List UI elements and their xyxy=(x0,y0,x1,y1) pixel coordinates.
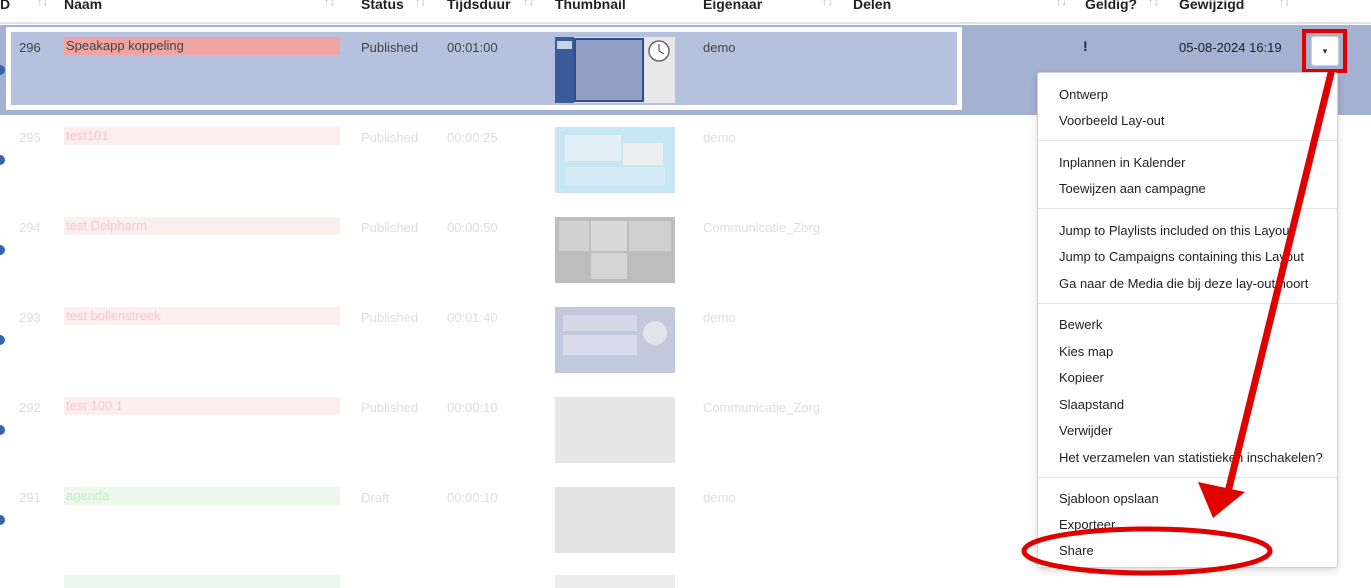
row-status: Draft xyxy=(361,490,390,505)
row-name[interactable]: test bollenstreek xyxy=(64,307,340,325)
layout-thumbnail[interactable] xyxy=(555,397,675,463)
layout-thumbnail[interactable] xyxy=(555,127,675,193)
menu-item-preview[interactable]: Voorbeeld Lay-out xyxy=(1059,113,1165,128)
menu-item-assign-campaign[interactable]: Toewijzen aan campagne xyxy=(1059,181,1206,196)
row-owner: demo xyxy=(703,490,736,505)
menu-item-export[interactable]: Exporteer xyxy=(1059,517,1115,532)
sort-icon[interactable]: ↑↓ xyxy=(523,0,534,8)
sort-icon[interactable]: ↑↓ xyxy=(324,0,335,8)
col-valid-header[interactable]: Geldig? xyxy=(1085,0,1137,12)
menu-item-design[interactable]: Ontwerp xyxy=(1059,87,1108,102)
row-duration: 00:01:40 xyxy=(447,310,498,325)
sort-icon[interactable]: ↑↓ xyxy=(1056,0,1067,8)
row-duration: 00:00:50 xyxy=(447,220,498,235)
row-status: Published xyxy=(361,310,419,325)
row-marker xyxy=(0,245,5,255)
menu-item-delete[interactable]: Verwijder xyxy=(1059,423,1112,438)
menu-divider xyxy=(1038,140,1337,141)
menu-item-schedule[interactable]: Inplannen in Kalender xyxy=(1059,155,1186,170)
menu-item-share[interactable]: Share xyxy=(1059,543,1094,558)
sort-icon[interactable]: ↑↓ xyxy=(415,0,426,8)
menu-item-goto-media[interactable]: Ga naar de Media die bij deze lay-out ho… xyxy=(1059,276,1308,291)
row-id: 291 xyxy=(19,490,41,505)
menu-item-jump-playlists[interactable]: Jump to Playlists included on this Layou… xyxy=(1059,223,1293,238)
row-id: 292 xyxy=(19,400,41,415)
row-marker xyxy=(0,335,5,345)
menu-item-retire[interactable]: Slaapstand xyxy=(1059,397,1124,412)
row-owner: Communicatie_Zorg xyxy=(703,220,821,235)
menu-divider xyxy=(1038,208,1337,209)
row-name[interactable]: test101 xyxy=(64,127,340,145)
menu-item-choose-folder[interactable]: Kies map xyxy=(1059,344,1113,359)
col-share-header: Delen xyxy=(853,0,892,12)
menu-item-save-template[interactable]: Sjabloon opslaan xyxy=(1059,491,1159,506)
row-owner: demo xyxy=(703,130,736,145)
row-marker xyxy=(0,425,5,435)
table-row-partial xyxy=(64,575,340,588)
row-duration: 00:00:25 xyxy=(447,130,498,145)
row-name[interactable]: Speakapp koppeling xyxy=(64,37,340,55)
row-status: Published xyxy=(361,220,419,235)
sort-icon[interactable]: ↑↓ xyxy=(1279,0,1290,8)
col-status-header[interactable]: Status xyxy=(361,0,404,12)
row-id: 296 xyxy=(19,40,41,55)
row-actions-dropdown: Ontwerp Voorbeeld Lay-out Inplannen in K… xyxy=(1037,72,1338,568)
annotation-highlight-box xyxy=(1302,29,1347,73)
layout-thumbnail[interactable] xyxy=(555,37,675,103)
menu-item-copy[interactable]: Kopieer xyxy=(1059,370,1104,385)
col-owner-header[interactable]: Eigenaar xyxy=(703,0,762,12)
row-modified: 05-08-2024 16:19 xyxy=(1179,40,1282,55)
row-duration: 00:01:00 xyxy=(447,40,498,55)
menu-item-edit[interactable]: Bewerk xyxy=(1059,317,1102,332)
warning-icon: ! xyxy=(1083,38,1088,54)
row-owner: Communicatie_Zorg xyxy=(703,400,821,415)
row-status: Published xyxy=(361,130,419,145)
row-name[interactable]: test Delpharm xyxy=(64,217,340,235)
row-marker xyxy=(0,515,5,525)
menu-item-stats[interactable]: Het verzamelen van statistieken inschake… xyxy=(1059,450,1323,465)
col-modified-header[interactable]: Gewijzigd xyxy=(1179,0,1244,12)
row-marker xyxy=(0,155,5,165)
col-duration-header[interactable]: Tijdsduur xyxy=(447,0,511,12)
row-marker xyxy=(0,65,5,75)
row-duration: 00:00:10 xyxy=(447,490,498,505)
row-id: 293 xyxy=(19,310,41,325)
layout-thumbnail[interactable] xyxy=(555,487,675,553)
table-header: D ↑↓ Naam ↑↓ Status ↑↓ Tijdsduur ↑↓ Thum… xyxy=(0,0,1371,24)
row-name[interactable]: test 100.1 xyxy=(64,397,340,415)
row-name[interactable]: agenda xyxy=(64,487,340,505)
col-thumbnail-header: Thumbnail xyxy=(555,0,626,12)
row-id: 294 xyxy=(19,220,41,235)
sort-icon[interactable]: ↑↓ xyxy=(822,0,833,8)
row-status: Published xyxy=(361,40,419,55)
layout-thumbnail[interactable] xyxy=(555,307,675,373)
row-owner: demo xyxy=(703,40,736,55)
col-name-header[interactable]: Naam xyxy=(64,0,102,12)
row-id: 295 xyxy=(19,130,41,145)
menu-divider xyxy=(1038,477,1337,478)
sort-icon[interactable]: ↑↓ xyxy=(37,0,48,8)
menu-divider xyxy=(1038,303,1337,304)
sort-icon[interactable]: ↑↓ xyxy=(1148,0,1159,8)
col-id-header[interactable]: D xyxy=(0,0,10,12)
layout-thumbnail[interactable] xyxy=(555,217,675,283)
row-duration: 00:00:10 xyxy=(447,400,498,415)
thumbnail-partial xyxy=(555,575,675,588)
menu-item-jump-campaigns[interactable]: Jump to Campaigns containing this Layout xyxy=(1059,249,1304,264)
row-owner: demo xyxy=(703,310,736,325)
row-status: Published xyxy=(361,400,419,415)
